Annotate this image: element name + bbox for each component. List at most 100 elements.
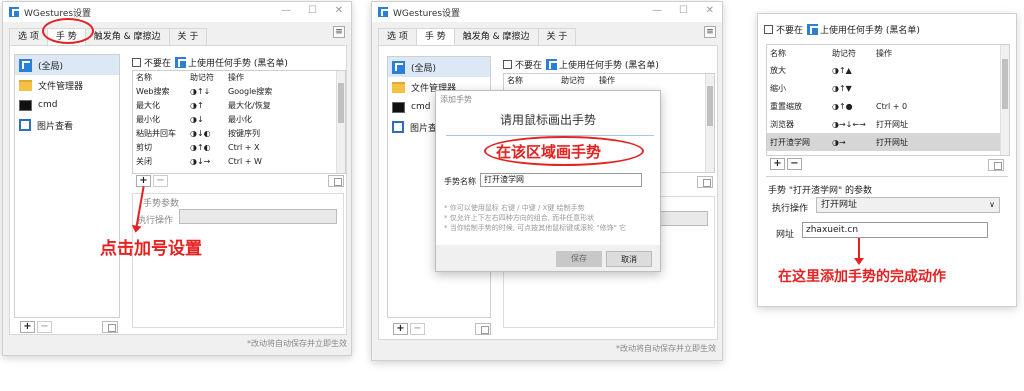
save-button[interactable]: 保存 — [556, 251, 602, 267]
menu-icon[interactable]: ≡ — [704, 26, 716, 38]
menu-icon[interactable]: ≡ — [333, 26, 345, 38]
blacklist-checkbox[interactable] — [764, 25, 773, 34]
cursor-icon — [175, 57, 187, 68]
remove-app-button[interactable]: − — [37, 321, 52, 333]
cmd-icon — [392, 101, 405, 113]
add-gesture-button[interactable]: + — [136, 175, 151, 187]
blacklist-label-1: 不要在 — [515, 61, 543, 71]
exec-action-select[interactable]: 打开网址 ∨ — [816, 197, 1000, 213]
table-scrollbar[interactable] — [1000, 45, 1009, 155]
maximize-icon[interactable]: ☐ — [679, 5, 688, 16]
annotation-add-gesture: 点击加号设置 — [100, 239, 202, 259]
app-item-global[interactable]: (全局) — [15, 55, 119, 75]
tab-corners[interactable]: 触发角 & 摩擦边 — [84, 28, 170, 45]
table-row[interactable]: 重置缩放 ◑↑● Ctrl + 0 — [767, 97, 1009, 115]
scrollbar-thumb[interactable] — [338, 83, 344, 123]
edit-app-button[interactable] — [475, 323, 491, 335]
cell-name: 缩小 — [770, 83, 786, 93]
tab-bar: 选 项 手 势 触发角 & 摩擦边 关 于 — [9, 28, 208, 45]
add-app-button[interactable]: + — [20, 321, 35, 333]
folder-icon — [392, 81, 405, 93]
cell-name: 剪切 — [136, 142, 152, 152]
col-header-action: 操作 — [876, 48, 892, 58]
blacklist-checkbox[interactable] — [503, 60, 512, 69]
exec-action-select[interactable] — [179, 209, 337, 224]
cell-mnemonic: ◑↓◐ — [190, 128, 211, 138]
image-viewer-icon — [19, 119, 31, 131]
cell-mnemonic: ◑↓ — [190, 114, 204, 124]
minimize-icon[interactable]: — — [281, 5, 291, 16]
blacklist-row: 不要在 上使用任何手势 (黑名单) — [764, 23, 920, 36]
cell-action: Ctrl + 0 — [876, 101, 908, 111]
edit-gesture-button[interactable] — [328, 175, 344, 187]
edit-gesture-button[interactable] — [697, 176, 713, 188]
cell-name: 放大 — [770, 65, 786, 75]
tab-gestures[interactable]: 手 势 — [415, 28, 455, 45]
add-gesture-button[interactable]: + — [393, 323, 408, 335]
remove-gesture-button[interactable]: − — [787, 158, 802, 170]
cell-action: 按键序列 — [228, 128, 260, 138]
tab-about[interactable]: 关 于 — [168, 28, 208, 45]
cell-mnemonic: ◑→↓←→ — [832, 119, 866, 129]
tab-corners[interactable]: 触发角 & 摩擦边 — [453, 28, 539, 45]
table-row[interactable]: 放大 ◑↑▲ — [767, 61, 1009, 79]
table-row[interactable]: 浏览器 ◑→↓←→ 打开网址 — [767, 115, 1009, 133]
remove-gesture-button[interactable]: − — [153, 175, 168, 187]
gesture-name-value: 打开渣学网 — [484, 175, 524, 184]
app-item-image-viewer[interactable]: 图片查看 — [15, 115, 119, 135]
table-row[interactable]: 最大化 ◑↑ 最大化/恢复 — [133, 98, 345, 112]
title-bar: WGestures设置 — ☐ ✕ — [372, 2, 722, 22]
blacklist-label-2: 上使用任何手势 (黑名单) — [820, 26, 920, 36]
table-row[interactable]: Web搜索 ◑↑↓ Google搜索 — [133, 84, 345, 98]
chevron-down-icon: ∨ — [989, 200, 995, 209]
table-row[interactable]: 缩小 ◑↑▼ — [767, 79, 1009, 97]
dialog-title: 添加手势 — [440, 95, 472, 104]
cursor-icon — [807, 24, 819, 35]
blacklist-label-2: 上使用任何手势 (黑名单) — [188, 59, 288, 69]
table-scrollbar[interactable] — [336, 71, 345, 173]
col-header-name: 名称 — [507, 76, 523, 85]
table-row[interactable]: 剪切 ◑↑◐ Ctrl + X — [133, 140, 345, 154]
tab-options[interactable]: 选 项 — [378, 28, 417, 45]
tab-highlight-oval — [42, 18, 94, 44]
gesture-table: 名称 助记符 操作 Web搜索 ◑↑↓ Google搜索 最大化 ◑↑ 最大化/恢复 最小化… — [132, 70, 346, 174]
app-item-global[interactable]: (全局) — [388, 57, 490, 77]
edit-gesture-button[interactable] — [988, 159, 1004, 171]
blacklist-checkbox[interactable] — [132, 58, 141, 67]
col-header-mnemonic: 助记符 — [190, 73, 214, 82]
cell-name: 最大化 — [136, 100, 160, 110]
close-icon[interactable]: ✕ — [706, 5, 714, 16]
cancel-button[interactable]: 取消 — [606, 251, 652, 267]
app-item-cmd[interactable]: cmd — [15, 95, 119, 115]
col-header-name: 名称 — [770, 48, 786, 58]
edit-app-button[interactable] — [102, 321, 118, 333]
cell-name: 粘贴并回车 — [136, 128, 176, 138]
app-list: (全局) 文件管理器 cmd 图片查看 — [14, 54, 120, 318]
scrollbar-thumb[interactable] — [707, 86, 713, 126]
url-input[interactable]: zhaxueit.cn — [802, 222, 988, 238]
app-label: (全局) — [38, 61, 64, 72]
gesture-params-group: 手势参数 执行操作 — [132, 193, 344, 328]
scrollbar-thumb[interactable] — [1002, 59, 1008, 109]
cell-mnemonic: ◑→ — [832, 137, 846, 147]
blacklist-row: 不要在 上使用任何手势 (黑名单) — [503, 58, 659, 71]
dialog-tip-1: * 你可以使用鼠标 右键 / 中键 / X键 绘制手势 — [444, 204, 585, 212]
maximize-icon[interactable]: ☐ — [308, 5, 317, 16]
annotation-add-action: 在这里添加手势的完成动作 — [778, 269, 946, 285]
footer-note: *改动将自动保存并立即生效 — [247, 339, 347, 348]
table-row[interactable]: 关闭 ◑↓→ Ctrl + W — [133, 154, 345, 168]
cell-action: 打开网址 — [876, 137, 908, 147]
add-gesture-button[interactable]: + — [770, 158, 785, 170]
table-scrollbar[interactable] — [705, 74, 714, 172]
table-row[interactable]: 粘贴并回车 ◑↓◐ 按键序列 — [133, 126, 345, 140]
window-title: WGestures设置 — [24, 8, 92, 19]
table-row[interactable]: 打开渣学网 ◑→ 打开网址 — [767, 133, 1009, 151]
close-icon[interactable]: ✕ — [335, 5, 343, 16]
minimize-icon[interactable]: — — [652, 5, 662, 16]
tab-about[interactable]: 关 于 — [537, 28, 577, 45]
table-row[interactable]: 最小化 ◑↓ 最小化 — [133, 112, 345, 126]
remove-app-button[interactable]: − — [410, 323, 425, 335]
gesture-name-input[interactable]: 打开渣学网 — [480, 173, 642, 187]
url-label: 网址 — [776, 230, 795, 240]
app-item-explorer[interactable]: 文件管理器 — [15, 75, 119, 95]
